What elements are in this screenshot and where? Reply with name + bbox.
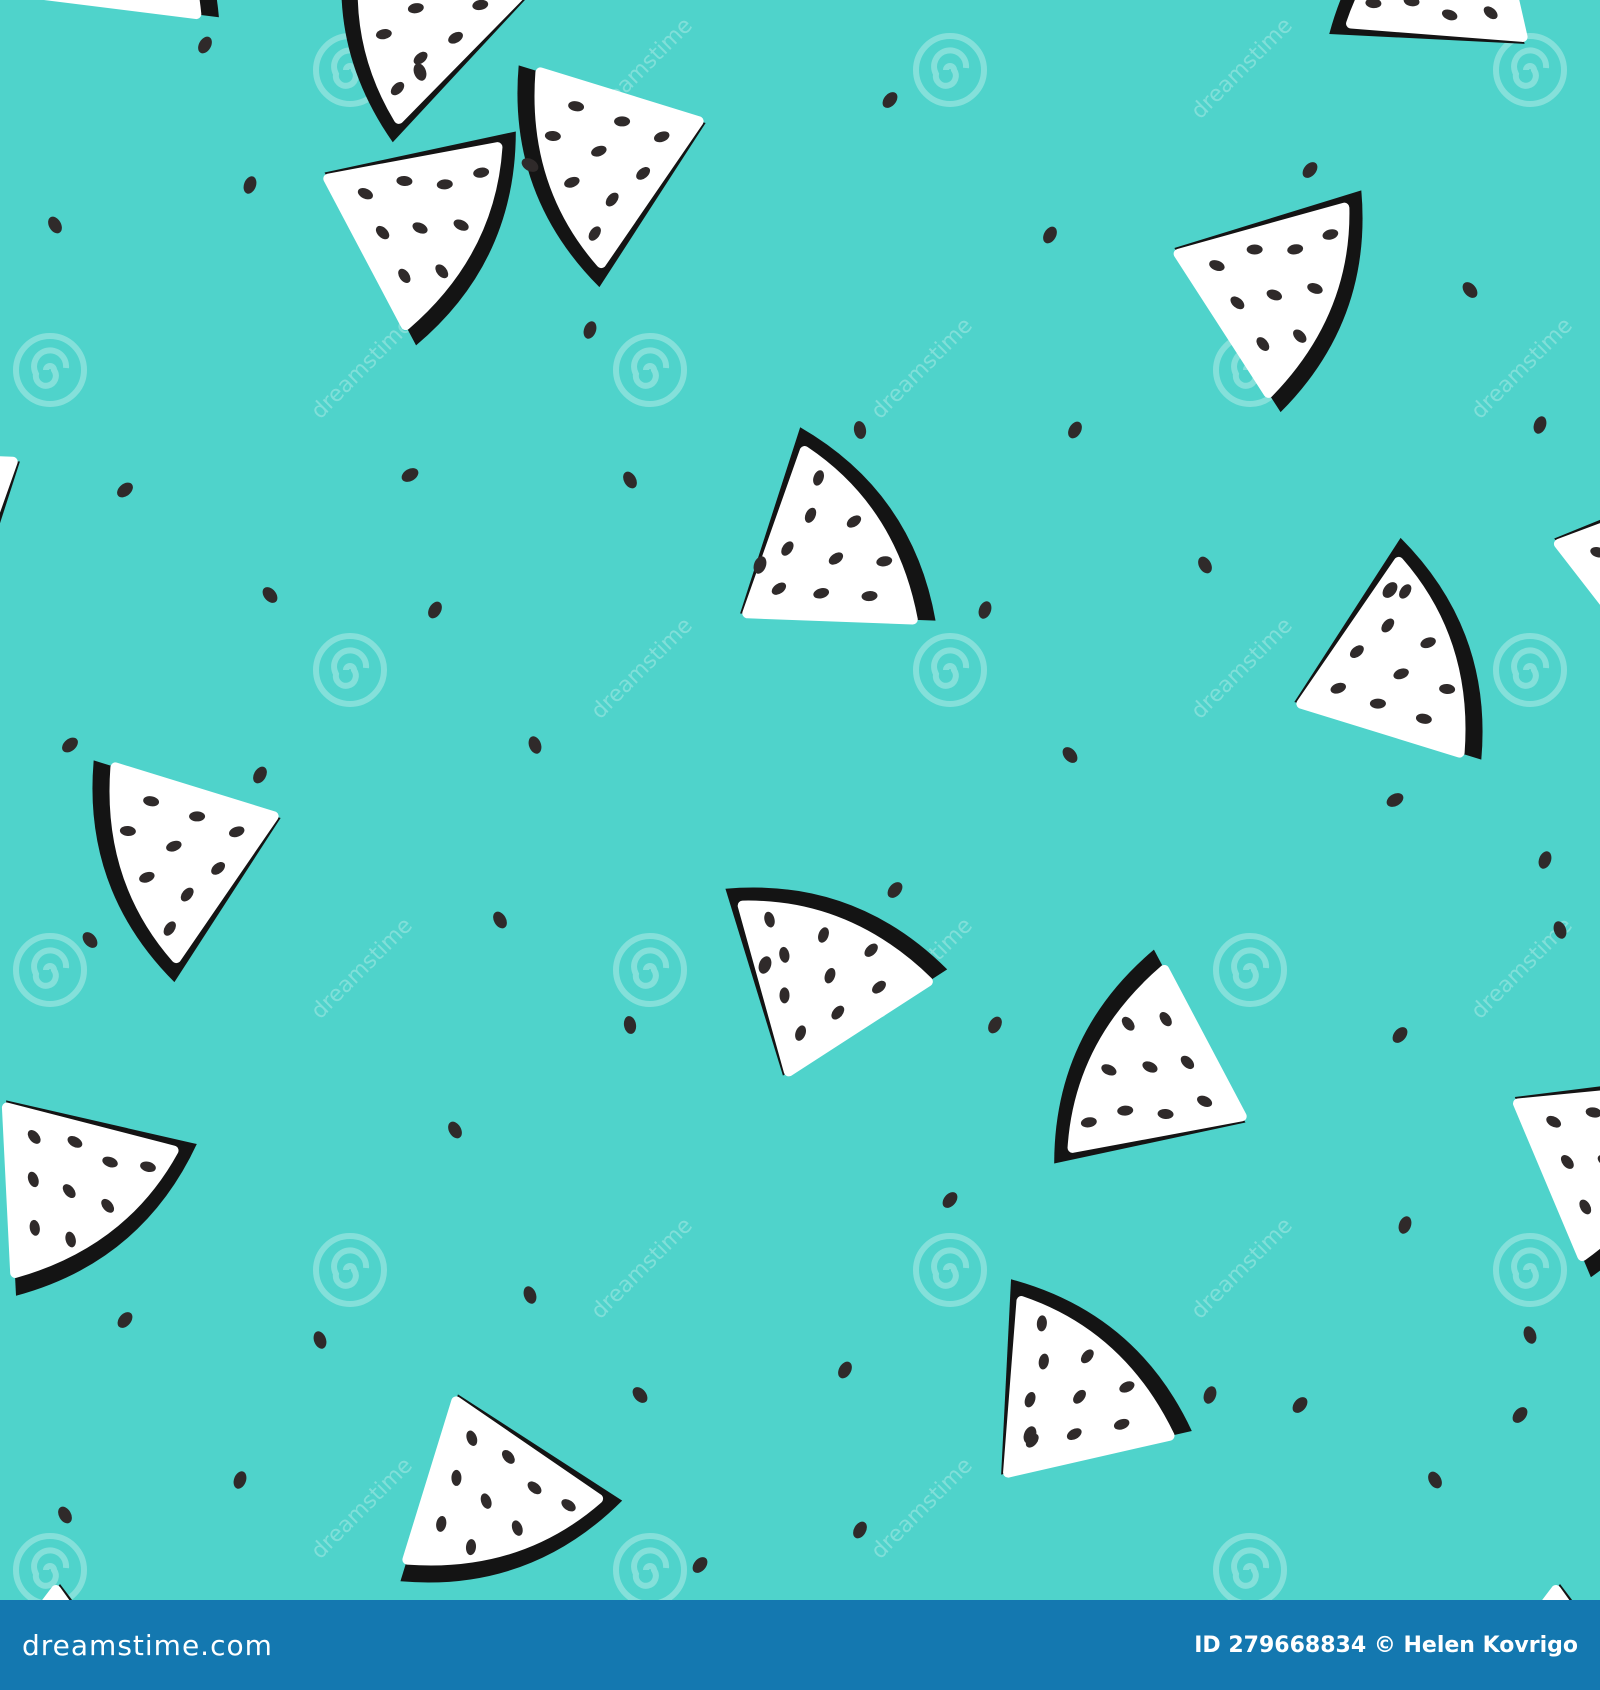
- image-credit: ID 279668834 © Helen Kovrigo: [1194, 1633, 1578, 1658]
- stock-image-stage: dreamstime dreamstime dreamstime dreamstime…: [0, 0, 1600, 1690]
- copyright-symbol: ©: [1373, 1632, 1396, 1658]
- id-number: 279668834: [1228, 1632, 1367, 1658]
- watermelon-pattern: dreamstime dreamstimedreamstime dreamstime…: [0, 0, 1600, 1600]
- stock-footer-bar: dreamstime.com ID 279668834 © Helen Kovr…: [0, 1600, 1600, 1690]
- site-logo-text[interactable]: dreamstime.com: [22, 1629, 273, 1662]
- author-name[interactable]: Helen Kovrigo: [1404, 1633, 1579, 1658]
- id-label: ID: [1194, 1632, 1221, 1658]
